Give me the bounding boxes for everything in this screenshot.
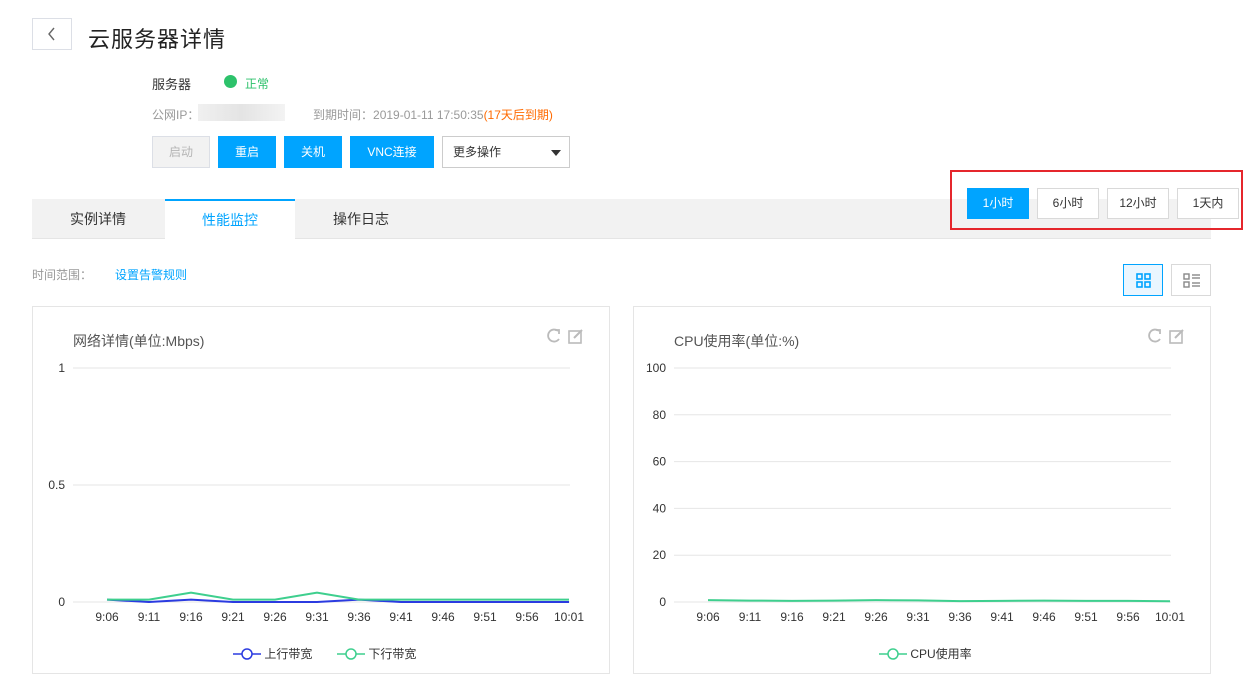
- x-tick-label: 9:11: [138, 610, 161, 624]
- y-tick-label: 80: [653, 408, 667, 422]
- x-tick-label: 9:21: [221, 610, 245, 624]
- y-tick-label: 60: [653, 455, 667, 469]
- time-range-label: 时间范围：: [32, 268, 93, 282]
- x-tick-label: 9:41: [990, 610, 1014, 624]
- refresh-icon[interactable]: [547, 328, 560, 343]
- y-tick-label: 40: [653, 501, 667, 515]
- y-tick-label: 0: [659, 595, 666, 609]
- x-tick-label: 10:01: [554, 610, 584, 624]
- y-tick-label: 100: [646, 361, 666, 375]
- page-title: 云服务器详情: [88, 27, 227, 52]
- edit-icon[interactable]: [568, 329, 583, 344]
- y-tick-label: 20: [653, 548, 667, 562]
- chart-legend: CPU使用率: [879, 645, 972, 662]
- status-dot-icon: [224, 75, 237, 88]
- shutdown-button[interactable]: 关机: [284, 136, 342, 168]
- x-tick-label: 9:16: [179, 610, 203, 624]
- grid-icon: [1136, 273, 1151, 288]
- x-tick-label: 9:41: [389, 610, 413, 624]
- x-tick-label: 9:46: [1032, 610, 1056, 624]
- x-tick-label: 9:31: [305, 610, 329, 624]
- y-tick-label: 1: [58, 361, 65, 375]
- start-button[interactable]: 启动: [152, 136, 210, 168]
- network-chart: 1 0.5 0 9:06 9:11 9:16 9:21 9:26 9:31 9:36 9:41 9:4…: [48, 361, 584, 624]
- refresh-icon[interactable]: [1148, 328, 1161, 343]
- ip-value-masked: [198, 104, 285, 121]
- y-tick-label: 0.5: [48, 478, 65, 492]
- tab-performance-monitor[interactable]: 性能监控: [165, 199, 295, 240]
- legend-cpu-item[interactable]: CPU使用率: [879, 647, 972, 661]
- x-tick-label: 9:26: [864, 610, 888, 624]
- x-tick-label: 9:51: [473, 610, 497, 624]
- chart-title: CPU使用率(单位:%): [674, 333, 800, 349]
- chart-tools: [545, 327, 589, 350]
- x-tick-label: 9:36: [948, 610, 972, 624]
- list-icon: [1183, 273, 1200, 288]
- chart-tools: [1146, 327, 1190, 350]
- x-tick-label: 9:46: [431, 610, 455, 624]
- range-6h-button[interactable]: 6小时: [1037, 188, 1099, 219]
- cpu-chart-card: 100 80 60 40 20 0 9:06 9:11 9:16 9:21 9:26 9:31 9:36…: [633, 306, 1211, 674]
- restart-button[interactable]: 重启: [218, 136, 276, 168]
- chevron-left-icon: [48, 27, 55, 41]
- x-tick-label: 9:56: [515, 610, 539, 624]
- grid-view-button[interactable]: [1123, 264, 1163, 296]
- x-tick-label: 9:36: [347, 610, 371, 624]
- x-tick-label: 10:01: [1155, 610, 1185, 624]
- x-tick-label: 9:21: [822, 610, 846, 624]
- x-tick-label: 9:06: [696, 610, 720, 624]
- x-tick-label: 9:26: [263, 610, 287, 624]
- y-tick-label: 0: [58, 595, 65, 609]
- tab-operation-log[interactable]: 操作日志: [296, 199, 426, 239]
- x-tick-label: 9:31: [906, 610, 930, 624]
- vnc-button[interactable]: VNC连接: [350, 136, 434, 168]
- back-button[interactable]: [32, 18, 72, 50]
- range-12h-button[interactable]: 12小时: [1107, 188, 1169, 219]
- edit-icon[interactable]: [1169, 329, 1184, 344]
- alarm-rule-link[interactable]: 设置告警规则: [115, 266, 187, 283]
- x-tick-label: 9:11: [739, 610, 762, 624]
- x-tick-label: 9:51: [1074, 610, 1098, 624]
- ip-label: 公网IP：: [152, 108, 200, 122]
- range-1h-button[interactable]: 1小时: [967, 188, 1029, 219]
- expire-note: (17天后到期): [483, 108, 553, 122]
- series-line: [107, 591, 569, 601]
- network-chart-card: 1 0.5 0 9:06 9:11 9:16 9:21 9:26 9:31 9:36 9:41 9:4…: [32, 306, 610, 674]
- x-tick-label: 9:06: [95, 610, 119, 624]
- status-text: 正常: [245, 77, 270, 91]
- caret-down-icon: [551, 150, 561, 156]
- cpu-chart: 100 80 60 40 20 0 9:06 9:11 9:16 9:21 9:26 9:31 9:36…: [646, 361, 1185, 624]
- legend-up-item[interactable]: 上行带宽: [233, 647, 312, 661]
- x-tick-label: 9:56: [1116, 610, 1140, 624]
- series-line: [707, 599, 1171, 603]
- expire-info: 到期时间：2019-01-11 17:50:35(17天后到期): [313, 108, 553, 122]
- legend-down-item[interactable]: 下行带宽: [337, 647, 416, 661]
- more-actions-dropdown[interactable]: 更多操作: [442, 136, 570, 168]
- x-tick-label: 9:16: [780, 610, 804, 624]
- tab-instance-detail[interactable]: 实例详情: [32, 199, 164, 239]
- chart-legend: 上行带宽 下行带宽: [233, 645, 416, 662]
- chart-title: 网络详情(单位:Mbps): [73, 333, 205, 349]
- list-view-button[interactable]: [1171, 264, 1211, 296]
- range-1d-button[interactable]: 1天内: [1177, 188, 1239, 219]
- server-label: 服务器: [152, 77, 192, 92]
